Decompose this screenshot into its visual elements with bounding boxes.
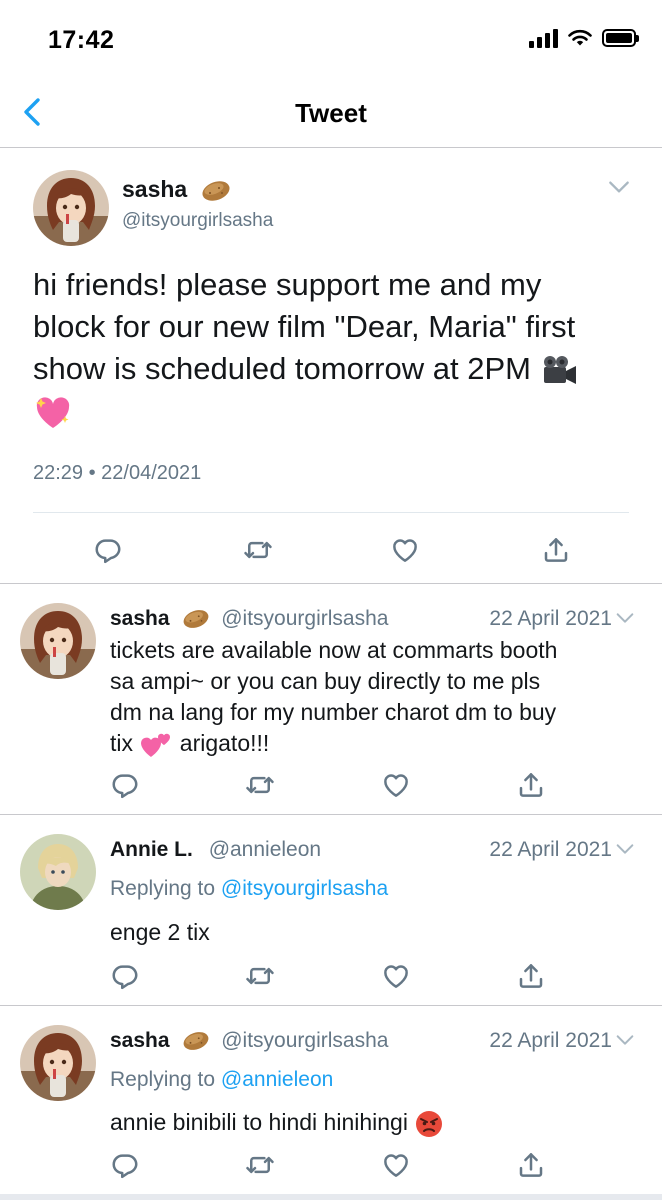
heart-icon[interactable]	[390, 535, 420, 565]
tweet-text: hi friends! please support me and my blo…	[33, 264, 633, 432]
tweet-actions	[0, 535, 662, 565]
chevron-down-icon[interactable]	[614, 607, 636, 629]
retweet-icon[interactable]	[245, 770, 275, 800]
heart-icon[interactable]	[381, 961, 411, 991]
replying-to: Replying to @annieleon	[110, 1068, 333, 1092]
reply-date: 22 April 2021	[489, 607, 612, 630]
reply-header: Annie L. @annieleon	[110, 838, 321, 862]
avatar[interactable]	[20, 603, 96, 679]
retweet-icon[interactable]	[245, 961, 275, 991]
author-handle[interactable]: @itsyourgirlsasha	[221, 607, 388, 630]
author-name[interactable]: sasha	[110, 1029, 170, 1052]
avatar[interactable]	[20, 834, 96, 910]
avatar[interactable]	[20, 1025, 96, 1101]
author-name[interactable]: sasha	[122, 176, 232, 203]
share-icon[interactable]	[541, 535, 571, 565]
angry-face-emoji-icon	[416, 1110, 443, 1137]
replying-to: Replying to @itsyourgirlsasha	[110, 877, 388, 901]
status-icons	[529, 28, 639, 48]
potato-emoji-icon	[181, 608, 211, 630]
reply-header: sasha @itsyourgirlsasha	[110, 607, 388, 631]
chevron-down-icon[interactable]	[614, 838, 636, 860]
share-icon[interactable]	[516, 961, 546, 991]
share-icon[interactable]	[516, 770, 546, 800]
comment-icon[interactable]	[110, 770, 140, 800]
comment-icon[interactable]	[110, 961, 140, 991]
reply-header: sasha @itsyourgirlsasha	[110, 1029, 388, 1053]
heart-icon[interactable]	[381, 770, 411, 800]
movie-camera-emoji-icon	[543, 355, 576, 384]
author-name[interactable]: Annie L.	[110, 838, 193, 861]
reply-tweet[interactable]: Annie L. @annieleon 22 April 2021 Replyi…	[0, 816, 662, 1006]
tweet-text-line	[33, 390, 633, 432]
tweet-text-line: block for our new film "Dear, Maria" fir…	[33, 309, 576, 344]
cellular-signal-icon	[529, 28, 558, 48]
divider	[33, 512, 629, 513]
reply-text: tickets are available now at commarts bo…	[110, 635, 640, 759]
reply-text: annie binibili to hindi hinihingi	[110, 1107, 640, 1139]
reply-text-line: tix arigato!!!	[110, 728, 640, 759]
status-bar: 17:42	[0, 0, 662, 80]
tweet-text-line: show is scheduled tomorrow at 2PM	[33, 348, 633, 390]
tweet-timestamp: 22:29 • 22/04/2021	[33, 462, 202, 484]
heart-icon[interactable]	[381, 1150, 411, 1180]
mention-link[interactable]: @annieleon	[221, 1068, 333, 1091]
replying-to-label: Replying to	[110, 1068, 216, 1091]
status-time: 17:42	[48, 26, 115, 54]
tweet-text-line-content: show is scheduled tomorrow at 2PM	[33, 351, 531, 386]
reply-text-fragment: tix	[110, 730, 133, 756]
share-icon[interactable]	[516, 1150, 546, 1180]
potato-emoji-icon	[181, 1030, 211, 1052]
author-handle[interactable]: @itsyourgirlsasha	[221, 1029, 388, 1052]
reply-text-fragment: arigato!!!	[179, 730, 270, 756]
two-hearts-emoji-icon	[141, 733, 171, 757]
chevron-down-icon[interactable]	[606, 174, 632, 200]
chevron-down-icon[interactable]	[614, 1029, 636, 1051]
author-name[interactable]: sasha	[110, 607, 170, 630]
reply-date: 22 April 2021	[489, 1029, 612, 1052]
reply-text-line: tickets are available now at commarts bo…	[110, 637, 558, 663]
reply-tweet[interactable]: sasha @itsyourgirlsasha 22 April 2021 ti…	[0, 585, 662, 815]
comment-icon[interactable]	[110, 1150, 140, 1180]
reply-text: enge 2 tix	[110, 919, 210, 945]
mention-link[interactable]: @itsyourgirlsasha	[221, 877, 388, 900]
reply-date: 22 April 2021	[489, 838, 612, 861]
retweet-icon[interactable]	[245, 1150, 275, 1180]
retweet-icon[interactable]	[243, 535, 273, 565]
comment-icon[interactable]	[93, 535, 123, 565]
bottom-edge	[0, 1194, 662, 1200]
avatar[interactable]	[33, 170, 109, 246]
battery-icon	[602, 29, 639, 47]
nav-bar: Tweet	[0, 80, 662, 148]
main-tweet: sasha @itsyourgirlsasha hi friends! plea…	[0, 150, 662, 584]
reply-tweet[interactable]: sasha @itsyourgirlsasha 22 April 2021 Re…	[0, 1007, 662, 1194]
potato-emoji-icon	[200, 179, 232, 203]
sparkling-heart-emoji-icon	[36, 397, 70, 428]
author-handle[interactable]: @annieleon	[209, 838, 321, 861]
wifi-icon	[568, 29, 592, 46]
author-handle[interactable]: @itsyourgirlsasha	[122, 210, 273, 232]
replying-to-label: Replying to	[110, 877, 216, 900]
reply-text-line: sa ampi~ or you can buy directly to me p…	[110, 668, 541, 694]
author-name-text: sasha	[122, 176, 188, 202]
page-title: Tweet	[295, 98, 367, 128]
tweet-text-line: hi friends! please support me and my	[33, 267, 542, 302]
reply-text-line: dm na lang for my number charot dm to bu…	[110, 699, 557, 725]
reply-text-content: annie binibili to hindi hinihingi	[110, 1109, 408, 1135]
